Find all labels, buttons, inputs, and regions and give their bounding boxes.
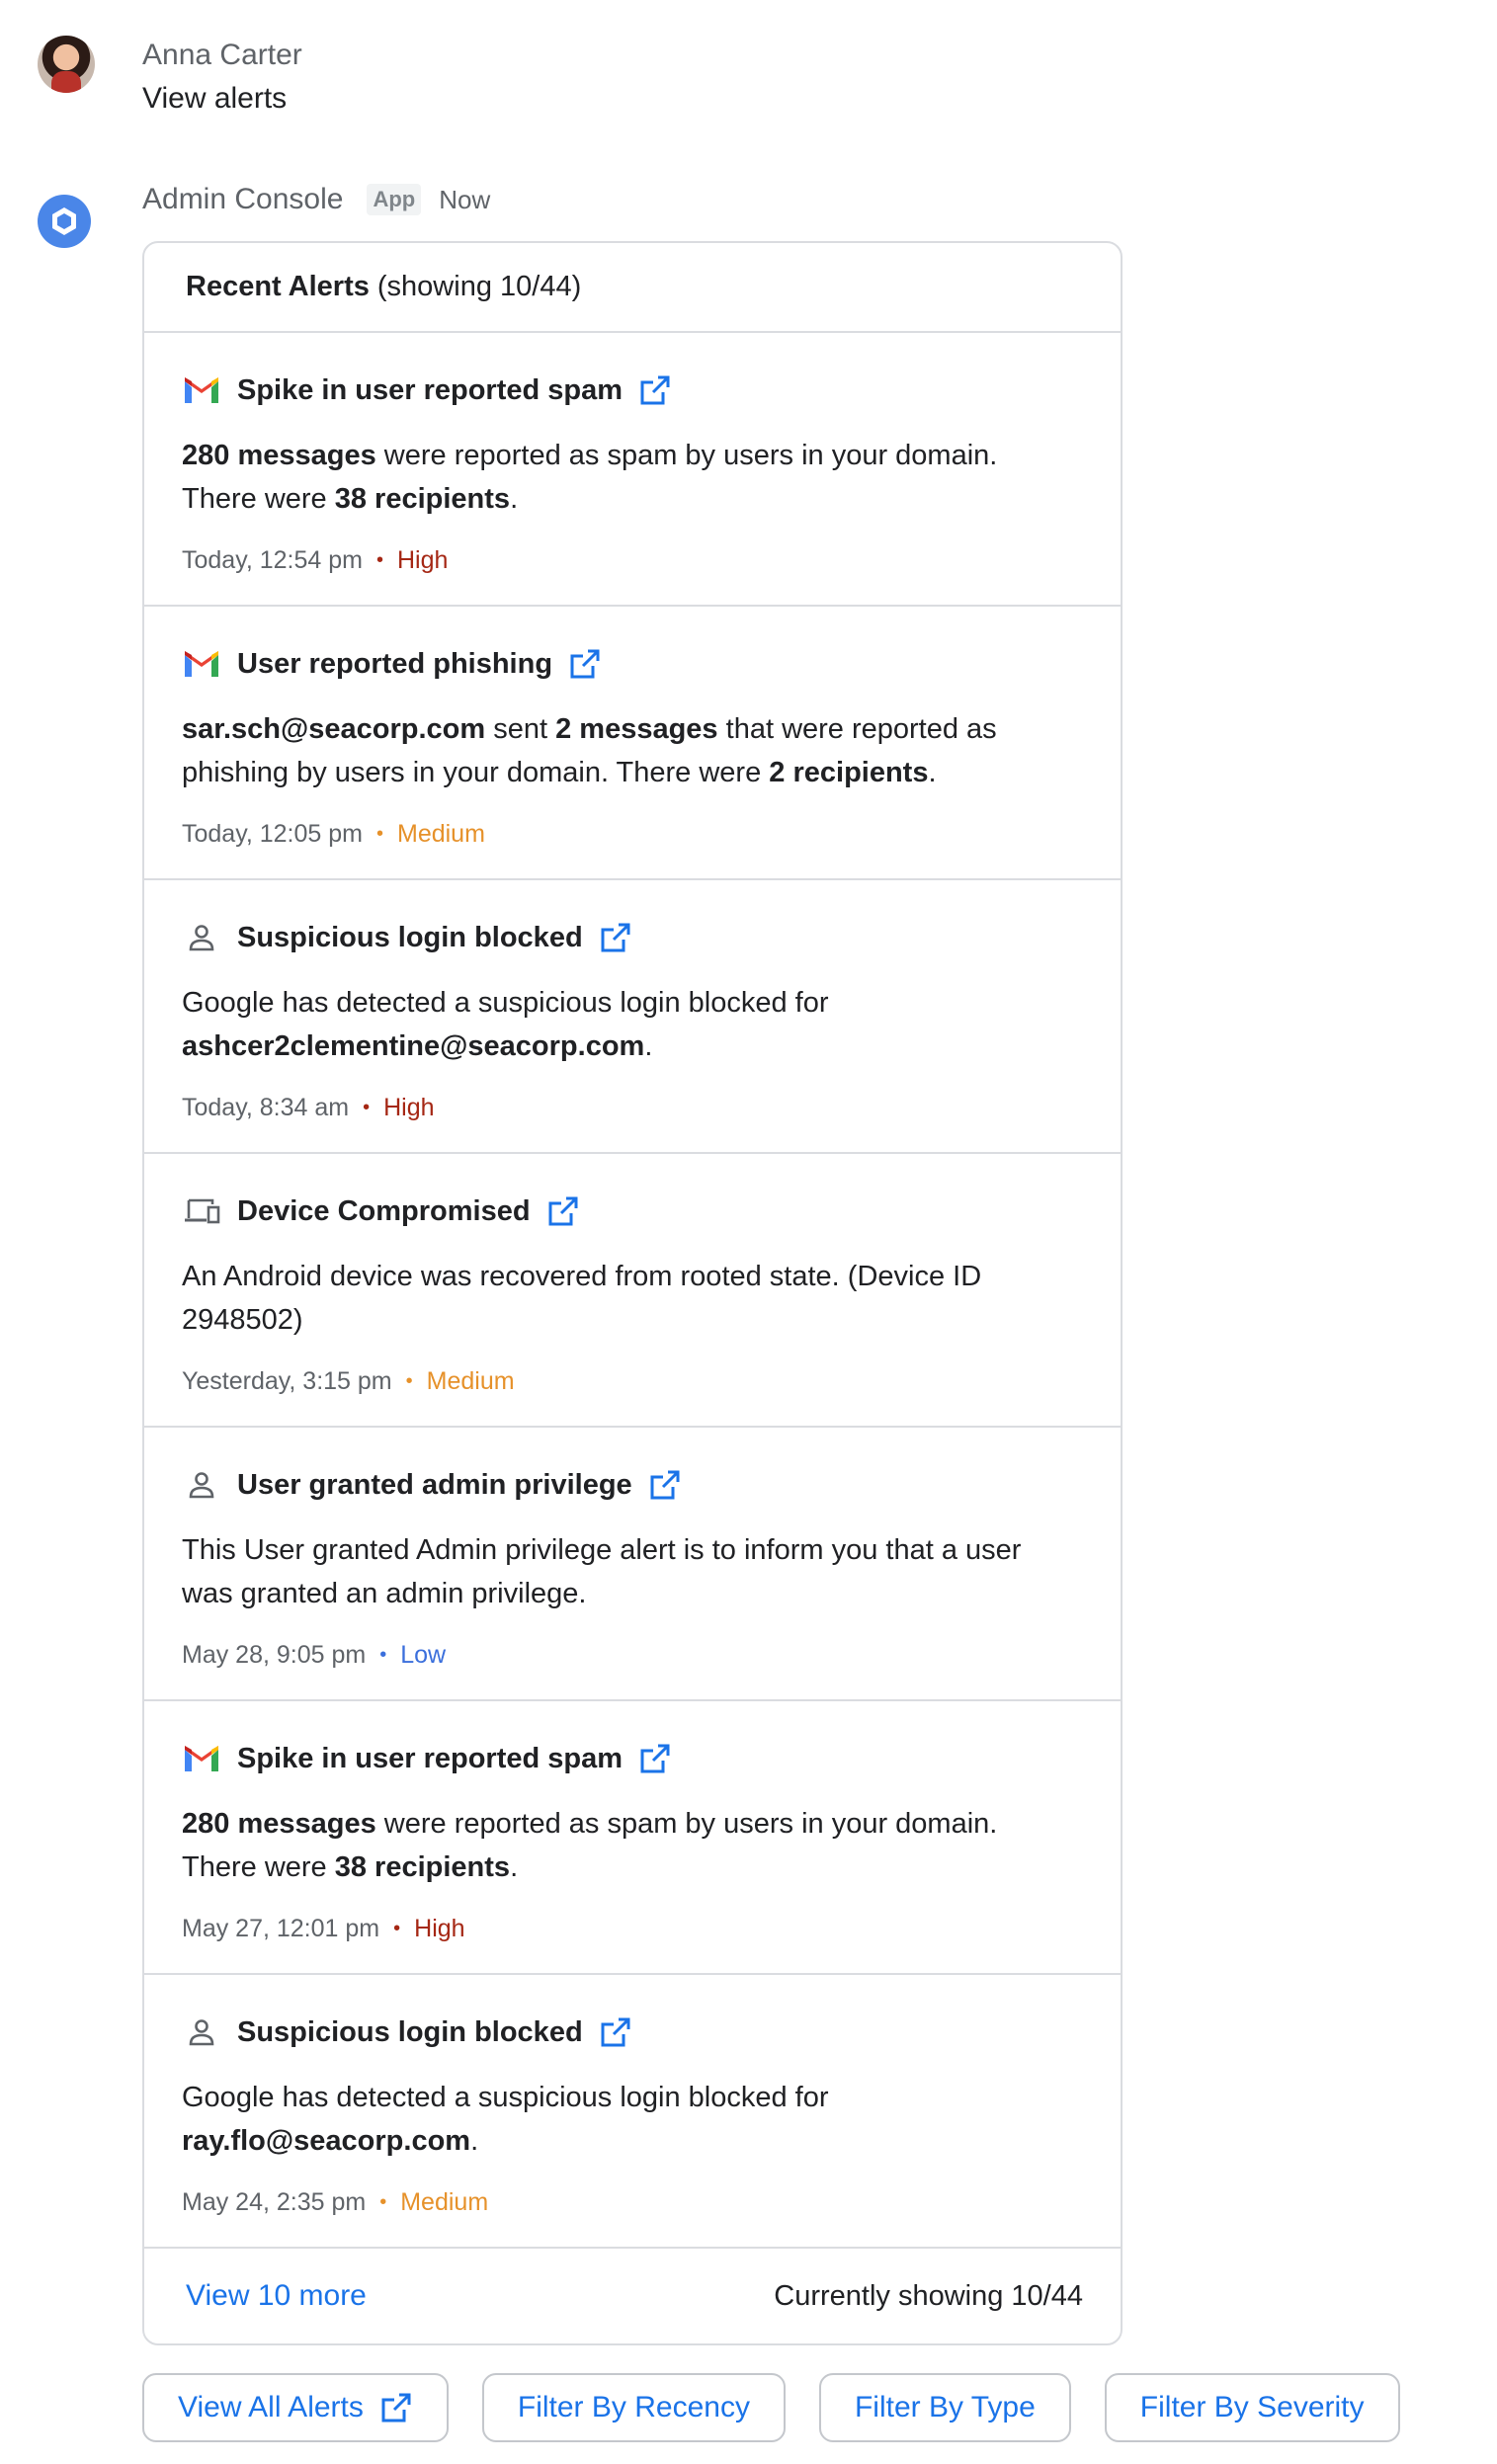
alert-header: Suspicious login blocked	[182, 918, 1061, 957]
alert-meta: May 24, 2:35 pm • Medium	[182, 2188, 488, 2217]
severity-label: High	[383, 1094, 435, 1121]
severity-label: High	[397, 546, 449, 574]
open-in-new-icon	[379, 2391, 413, 2424]
open-in-new-icon[interactable]	[638, 1742, 672, 1775]
severity-dot: •	[375, 549, 383, 571]
severity-dot: •	[405, 1370, 413, 1392]
alert-time: Today, 12:54 pm	[182, 546, 363, 574]
alert-meta: Today, 12:54 pm • High	[182, 546, 448, 575]
severity-dot: •	[363, 1097, 371, 1118]
user-message-body: View alerts	[142, 82, 288, 115]
alert-time: May 27, 12:01 pm	[182, 1915, 380, 1942]
alert-title: Suspicious login blocked	[237, 2015, 583, 2048]
alert-item: Suspicious login blocked Google has detec…	[144, 1975, 1121, 2249]
devices-icon	[182, 1191, 221, 1231]
alert-item: Spike in user reported spam 280 messages …	[144, 1701, 1121, 1975]
alert-item: User reported phishing sar.sch@seacorp.co…	[144, 607, 1121, 880]
open-in-new-icon[interactable]	[599, 921, 632, 954]
open-in-new-icon[interactable]	[638, 373, 672, 407]
user-message: Anna Carter View alerts	[38, 36, 302, 121]
alert-title: Spike in user reported spam	[237, 1742, 624, 1774]
alert-meta: Yesterday, 3:15 pm • Medium	[182, 1367, 515, 1396]
app-header: Admin Console App Now	[142, 178, 490, 221]
filter-by-type-button[interactable]: Filter By Type	[818, 2373, 1071, 2442]
severity-label: High	[414, 1915, 465, 1942]
alert-title: Suspicious login blocked	[237, 921, 583, 953]
showing-status: Currently showing 10/44	[774, 2279, 1083, 2312]
alert-title: Device Compromised	[237, 1194, 531, 1227]
alert-meta: May 28, 9:05 pm • Low	[182, 1641, 446, 1670]
gmail-icon	[182, 370, 221, 410]
alert-description: This User granted Admin privilege alert …	[182, 1534, 1022, 1609]
severity-label: Medium	[426, 1367, 515, 1395]
alerts-card: Recent Alerts (showing 10/44) Spike in u…	[142, 241, 1123, 2345]
alert-header: Spike in user reported spam	[182, 370, 1061, 410]
alert-meta: Today, 8:34 am • High	[182, 1094, 435, 1122]
filter-by-recency-button[interactable]: Filter By Recency	[481, 2373, 786, 2442]
person-icon	[182, 1465, 221, 1505]
person-icon	[182, 2012, 221, 2052]
severity-label: Medium	[400, 2188, 489, 2216]
alert-header: Spike in user reported spam	[182, 1739, 1061, 1778]
app-name: Admin Console	[142, 183, 344, 215]
admin-console-icon	[38, 195, 91, 248]
user-message-text: Anna Carter View alerts	[142, 34, 302, 121]
view-all-alerts-button[interactable]: View All Alerts	[142, 2373, 449, 2442]
alert-description: Google has detected a suspicious login b…	[182, 987, 829, 1062]
gmail-icon	[182, 1739, 221, 1778]
chip-label: View All Alerts	[178, 2391, 364, 2423]
person-icon	[182, 918, 221, 957]
filter-by-severity-button[interactable]: Filter By Severity	[1104, 2373, 1400, 2442]
alert-description: An Android device was recovered from roo…	[182, 1261, 982, 1336]
card-title-count: (showing 10/44)	[376, 271, 582, 302]
view-more-link[interactable]: View 10 more	[186, 2279, 367, 2313]
card-title: Recent Alerts (showing 10/44)	[144, 243, 1121, 333]
card-footer: View 10 more Currently showing 10/44	[144, 2249, 1121, 2343]
severity-dot: •	[375, 823, 383, 845]
open-in-new-icon[interactable]	[599, 2015, 632, 2049]
chip-label: Filter By Type	[854, 2391, 1036, 2423]
action-chips: View All Alerts Filter By Recency Filter B…	[142, 2373, 1434, 2442]
message-time: Now	[439, 184, 491, 214]
alert-item: Suspicious login blocked Google has detec…	[144, 880, 1121, 1154]
severity-label: Low	[400, 1641, 447, 1669]
alert-description: 280 messages were reported as spam by us…	[182, 1808, 998, 1883]
alert-header: User granted admin privilege	[182, 1465, 1061, 1505]
chip-label: Filter By Recency	[517, 2391, 750, 2423]
user-name: Anna Carter	[142, 39, 302, 71]
avatar	[38, 36, 95, 93]
open-in-new-icon[interactable]	[546, 1194, 580, 1228]
alert-time: May 28, 9:05 pm	[182, 1641, 367, 1669]
card-title-label: Recent Alerts	[186, 271, 370, 302]
alert-description: 280 messages were reported as spam by us…	[182, 440, 998, 515]
alert-title: User reported phishing	[237, 647, 553, 680]
alert-time: Today, 8:34 am	[182, 1094, 350, 1121]
open-in-new-icon[interactable]	[568, 647, 602, 681]
severity-dot: •	[379, 1644, 387, 1666]
alert-meta: Today, 12:05 pm • Medium	[182, 820, 485, 849]
alert-header: Suspicious login blocked	[182, 2012, 1061, 2052]
alert-title: User granted admin privilege	[237, 1468, 632, 1501]
alert-time: Today, 12:05 pm	[182, 820, 363, 848]
gmail-icon	[182, 644, 221, 684]
alert-item: User granted admin privilege This User gr…	[144, 1428, 1121, 1701]
chip-label: Filter By Severity	[1139, 2391, 1365, 2423]
alert-meta: May 27, 12:01 pm • High	[182, 1915, 465, 1943]
alert-item: Spike in user reported spam 280 messages …	[144, 333, 1121, 607]
severity-dot: •	[379, 2191, 387, 2213]
alert-description: sar.sch@seacorp.com sent 2 messages that…	[182, 713, 997, 788]
alert-item: Device Compromised An Android device was …	[144, 1154, 1121, 1428]
alerts-list: Spike in user reported spam 280 messages …	[144, 333, 1121, 2249]
open-in-new-icon[interactable]	[648, 1468, 682, 1502]
alert-time: Yesterday, 3:15 pm	[182, 1367, 392, 1395]
app-badge: App	[367, 184, 422, 215]
alert-time: May 24, 2:35 pm	[182, 2188, 367, 2216]
severity-dot: •	[393, 1918, 401, 1939]
alert-header: Device Compromised	[182, 1191, 1061, 1231]
alert-header: User reported phishing	[182, 644, 1061, 684]
alert-title: Spike in user reported spam	[237, 373, 624, 406]
severity-label: Medium	[397, 820, 485, 848]
alert-description: Google has detected a suspicious login b…	[182, 2082, 829, 2157]
chat-thread: Anna Carter View alerts Admin Console Ap…	[0, 0, 1497, 2464]
